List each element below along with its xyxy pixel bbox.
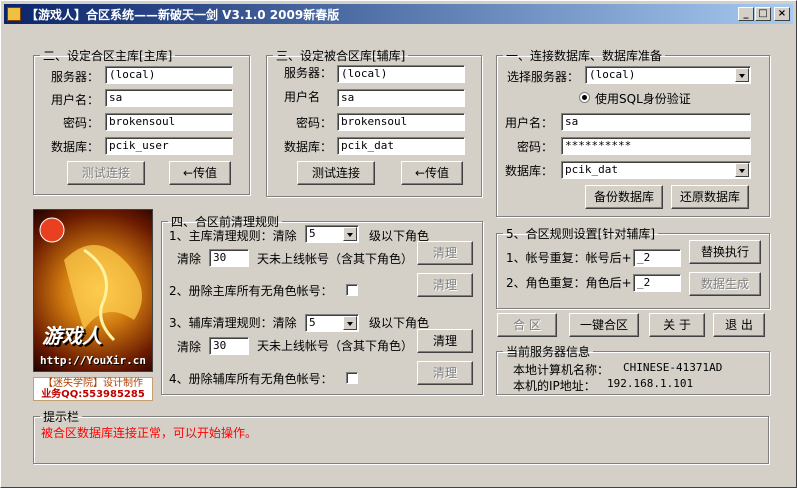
aux-pass-value-button[interactable]: ←传值 xyxy=(401,161,463,185)
rule4-clean-button[interactable]: 清理 xyxy=(417,361,473,385)
chevron-down-icon[interactable] xyxy=(343,316,357,330)
title-bar[interactable]: 【游戏人】合区系统——新破天一剑 V3.1.0 2009新春版 _ □ × xyxy=(4,4,793,24)
rule3-label: 3、辅库清理规则：清除 xyxy=(169,316,297,330)
logo-image: 游戏人 http://YouXir.cn xyxy=(33,209,153,372)
aux-user-label: 用户名 xyxy=(284,90,321,104)
rule3-clean-button[interactable]: 清理 xyxy=(417,329,473,353)
one-click-merge-button[interactable]: 一键合区 xyxy=(569,313,639,337)
connect-pass-input[interactable]: ********** xyxy=(561,137,751,155)
main-server-input[interactable]: (local) xyxy=(105,66,233,84)
rule3-days-suffix: 天未上线帐号（含其下角色） xyxy=(257,339,414,353)
close-button[interactable]: × xyxy=(774,7,790,21)
connect-user-input[interactable]: sa xyxy=(561,113,751,131)
minimize-button[interactable]: _ xyxy=(738,7,754,21)
main-pass-value-button[interactable]: ←传值 xyxy=(169,161,231,185)
main-window: 【游戏人】合区系统——新破天一剑 V3.1.0 2009新春版 _ □ × 二、… xyxy=(0,0,797,488)
rule2-label: 2、册除主库所有无角色帐号： xyxy=(169,284,333,298)
rule2-clean-button[interactable]: 清理 xyxy=(417,273,473,297)
rule1-clean-button[interactable]: 清理 xyxy=(417,241,473,265)
main-user-label: 用户名： xyxy=(51,93,100,107)
rule1-level-value: 5 xyxy=(309,227,316,240)
aux-server-label: 服务器： xyxy=(284,66,333,80)
computer-name-value: CHINESE-41371AD xyxy=(623,361,723,374)
main-pass-label: 密码： xyxy=(63,116,100,130)
connect-user-label: 用户名： xyxy=(505,116,554,130)
main-db-label: 数据库： xyxy=(51,140,100,154)
connect-pass-label: 密码： xyxy=(517,140,554,154)
generate-data-button[interactable]: 数据生成 xyxy=(689,272,761,296)
connect-db-label: 数据库： xyxy=(505,164,554,178)
main-user-input[interactable]: sa xyxy=(105,89,233,107)
backup-db-button[interactable]: 备份数据库 xyxy=(585,185,663,209)
status-message: 被合区数据库连接正常，可以开始操作。 xyxy=(41,426,258,440)
merge-rules-legend: 5、合区规则设置[针对辅库] xyxy=(506,227,655,241)
computer-name-label: 本地计算机名称： xyxy=(513,363,610,377)
chevron-down-icon[interactable] xyxy=(735,68,749,82)
logo-chinese-text: 游戏人 xyxy=(42,324,102,348)
connect-server-select[interactable]: (local) xyxy=(585,66,751,84)
rule3-level-value: 5 xyxy=(309,316,316,329)
window-title: 【游戏人】合区系统——新破天一剑 V3.1.0 2009新春版 xyxy=(26,8,340,22)
rule3-days-input[interactable]: 30 xyxy=(209,337,249,355)
server-info-legend: 当前服务器信息 xyxy=(506,345,591,359)
rule1-level-select[interactable]: 5 xyxy=(305,225,359,243)
dup-role-label: 2、角色重复：角色后+ xyxy=(506,276,632,290)
replace-execute-button[interactable]: 替换执行 xyxy=(689,240,761,264)
aux-user-input[interactable]: sa xyxy=(337,89,465,107)
main-db-legend: 二、设定合区主库[主库] xyxy=(43,49,173,63)
rule1-days-suffix: 天未上线帐号（含其下角色） xyxy=(257,252,414,266)
exit-button[interactable]: 退 出 xyxy=(713,313,765,337)
aux-db-label: 数据库： xyxy=(284,140,333,154)
main-pass-input[interactable]: brokensoul xyxy=(105,113,233,131)
sql-auth-label: 使用SQL身份验证 xyxy=(595,92,691,106)
main-server-label: 服务器： xyxy=(51,70,100,84)
rule3-clear-label: 清除 xyxy=(177,340,202,354)
ip-address-label: 本机的IP地址： xyxy=(513,379,596,393)
merge-rules-group: 5、合区规则设置[针对辅库] xyxy=(496,225,770,309)
connect-server-value: (local) xyxy=(589,68,636,81)
rule4-label: 4、册除辅库所有无角色帐号： xyxy=(169,372,333,386)
badge-line-2: 业务QQ:553985285 xyxy=(41,389,145,400)
main-test-button[interactable]: 测试连接 xyxy=(67,161,145,185)
rule2-checkbox[interactable] xyxy=(346,284,358,296)
merge-button[interactable]: 合 区 xyxy=(497,313,557,337)
aux-server-input[interactable]: (local) xyxy=(337,65,465,83)
dup-account-label: 1、帐号重复：帐号后+ xyxy=(506,251,632,265)
chevron-down-icon[interactable] xyxy=(343,227,357,241)
main-db-input[interactable]: pcik_user xyxy=(105,137,233,155)
about-button[interactable]: 关 于 xyxy=(649,313,705,337)
rule1-clear-label: 清除 xyxy=(177,252,202,266)
hint-legend: 提示栏 xyxy=(43,410,80,424)
rule4-checkbox[interactable] xyxy=(346,372,358,384)
designer-badge: 【迷失学院】设计制作 业务QQ:553985285 xyxy=(33,377,153,401)
aux-pass-label: 密码： xyxy=(296,116,333,130)
sql-auth-radio[interactable] xyxy=(579,92,590,103)
ip-address-value: 192.168.1.101 xyxy=(607,377,694,390)
aux-db-input[interactable]: pcik_dat xyxy=(337,137,465,155)
connect-db-value: pcik_dat xyxy=(565,163,618,176)
dup-role-input[interactable]: _2 xyxy=(633,274,681,292)
aux-db-legend: 三、设定被合区库[辅库] xyxy=(276,49,406,63)
connect-legend: 一、连接数据库、数据库准备 xyxy=(506,49,663,63)
chevron-down-icon[interactable] xyxy=(735,163,749,177)
restore-db-button[interactable]: 还原数据库 xyxy=(671,185,749,209)
connect-db-select[interactable]: pcik_dat xyxy=(561,161,751,179)
maximize-button[interactable]: □ xyxy=(755,7,771,21)
rule1-label: 1、主库清理规则：清除 xyxy=(169,229,297,243)
badge-line-1: 【迷失学院】设计制作 xyxy=(43,378,143,389)
rule3-level-select[interactable]: 5 xyxy=(305,314,359,332)
aux-test-button[interactable]: 测试连接 xyxy=(297,161,375,185)
aux-pass-input[interactable]: brokensoul xyxy=(337,113,465,131)
logo-url-text: http://YouXir.cn xyxy=(40,354,146,367)
connect-server-label: 选择服务器： xyxy=(507,70,580,84)
rule1-days-input[interactable]: 30 xyxy=(209,249,249,267)
dup-account-input[interactable]: _2 xyxy=(633,249,681,267)
app-icon xyxy=(7,7,21,21)
